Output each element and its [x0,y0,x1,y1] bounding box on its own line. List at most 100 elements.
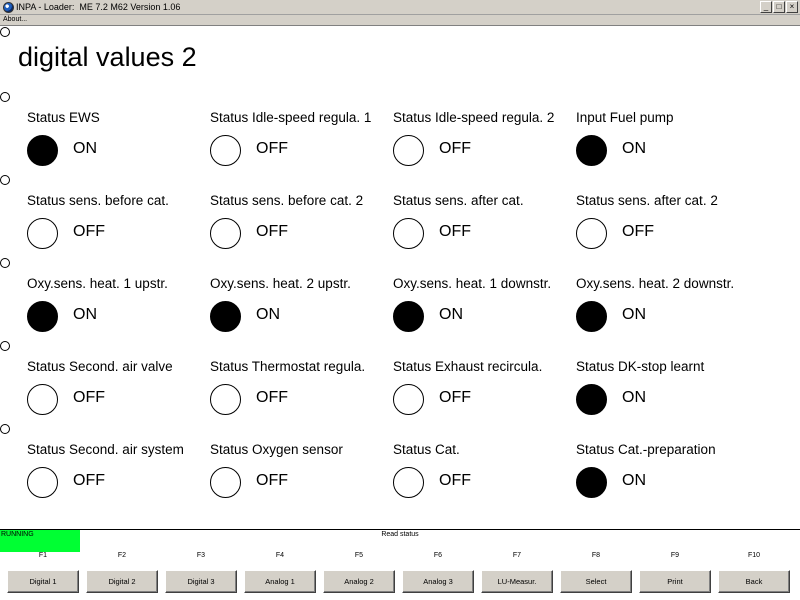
signal-cell: Status DK-stop learnt ON [576,359,756,429]
signal-label: Status sens. after cat. 2 [576,193,718,208]
fkey-label-f5: F5 [354,552,364,559]
close-button[interactable]: × [786,1,798,13]
signal-cell: Status sens. after cat. OFF [393,193,573,263]
signal-cell: Status sens. before cat. OFF [27,193,207,263]
signal-state: OFF [622,223,654,240]
signal-state: OFF [439,140,471,157]
signal-cell: Status Oxygen sensor OFF [210,442,390,512]
signal-cell: Status Cat.-preparation ON [576,442,756,512]
divider [0,25,800,26]
status-message: Read status [381,531,419,538]
row-marker-radio[interactable] [0,92,10,102]
digital-3-button[interactable]: Digital 3 [165,570,237,593]
signal-label: Status Exhaust recircula. [393,359,543,374]
signal-label: Status Idle-speed regula. 2 [393,110,555,125]
status-indicator-icon [27,301,58,332]
signal-state: ON [622,306,646,323]
analog-1-button[interactable]: Analog 1 [244,570,316,593]
fkey-label-f4: F4 [275,552,285,559]
status-indicator-icon [576,218,607,249]
signal-label: Oxy.sens. heat. 1 downstr. [393,276,552,291]
signal-state: ON [622,472,646,489]
status-indicator-icon [210,467,241,498]
signal-state: ON [73,140,97,157]
signal-cell: Status Idle-speed regula. 2 OFF [393,110,573,180]
window-controls: _ □ × [760,1,798,13]
signal-cell: Status EWS ON [27,110,207,180]
digital-2-button[interactable]: Digital 2 [86,570,158,593]
signal-label: Status DK-stop learnt [576,359,705,374]
status-indicator-icon [393,301,424,332]
digital-1-button[interactable]: Digital 1 [7,570,79,593]
row-marker-radio[interactable] [0,258,10,268]
status-indicator-icon [210,301,241,332]
signal-label: Oxy.sens. heat. 2 upstr. [210,276,351,291]
signal-state: OFF [73,472,105,489]
app-logo-icon [3,2,14,13]
signal-cell: Oxy.sens. heat. 2 upstr. ON [210,276,390,346]
status-indicator-icon [210,218,241,249]
signal-cell: Oxy.sens. heat. 2 downstr. ON [576,276,756,346]
signal-label: Status sens. before cat. [27,193,169,208]
lu-measur-button[interactable]: LU-Measur. [481,570,553,593]
signal-state: OFF [439,389,471,406]
title-bar: INPA - Loader: ME 7.2 M62 Version 1.06 _… [0,0,800,15]
signal-cell: Status Idle-speed regula. 1 OFF [210,110,390,180]
menu-item-about[interactable]: About... [3,15,27,25]
signal-state: OFF [73,389,105,406]
status-indicator-icon [393,384,424,415]
status-indicator-icon [210,384,241,415]
signal-state: OFF [439,472,471,489]
status-indicator-icon [27,467,58,498]
status-indicator-icon [393,218,424,249]
signal-cell: Status Second. air valve OFF [27,359,207,429]
fkey-label-f2: F2 [117,552,127,559]
signal-state: ON [73,306,97,323]
fkey-label-f7: F7 [512,552,522,559]
signal-cell: Oxy.sens. heat. 1 upstr. ON [27,276,207,346]
signal-cell: Status Exhaust recircula. OFF [393,359,573,429]
print-button[interactable]: Print [639,570,711,593]
signal-cell: Status sens. after cat. 2 OFF [576,193,756,263]
status-indicator-icon [576,467,607,498]
signal-cell: Status Thermostat regula. OFF [210,359,390,429]
signal-state: ON [622,140,646,157]
fkey-label-f3: F3 [196,552,206,559]
signal-label: Status sens. before cat. 2 [210,193,364,208]
signal-cell: Status Second. air system OFF [27,442,207,512]
menu-bar: About... [0,15,800,25]
status-indicator-icon [27,135,58,166]
status-indicator-icon [576,384,607,415]
signal-label: Input Fuel pump [576,110,674,125]
page-title: digital values 2 [18,42,197,72]
analog-3-button[interactable]: Analog 3 [402,570,474,593]
signal-label: Status Idle-speed regula. 1 [210,110,372,125]
row-marker-radio[interactable] [0,424,10,434]
row-marker-radio[interactable] [0,341,10,351]
fkey-label-f9: F9 [670,552,680,559]
maximize-button[interactable]: □ [773,1,785,13]
fkey-label-f6: F6 [433,552,443,559]
signal-state: ON [439,306,463,323]
back-button[interactable]: Back [718,570,790,593]
signal-state: OFF [73,223,105,240]
fkey-label-f1: F1 [38,552,48,559]
status-indicator-icon [576,301,607,332]
fkey-label-f10: F10 [747,552,761,559]
signal-state: OFF [256,389,288,406]
signal-label: Status sens. after cat. [393,193,524,208]
minimize-button[interactable]: _ [760,1,772,13]
signal-cell: Status sens. before cat. 2 OFF [210,193,390,263]
status-indicator-icon [576,135,607,166]
select-button[interactable]: Select [560,570,632,593]
signal-cell: Input Fuel pump ON [576,110,756,180]
signal-label: Status Second. air system [27,442,184,457]
signal-state: OFF [256,140,288,157]
status-indicator-icon [393,135,424,166]
row-marker-radio[interactable] [0,27,10,37]
row-marker-radio[interactable] [0,175,10,185]
status-indicator-icon [210,135,241,166]
status-indicator-icon [27,218,58,249]
analog-2-button[interactable]: Analog 2 [323,570,395,593]
signal-label: Oxy.sens. heat. 1 upstr. [27,276,168,291]
